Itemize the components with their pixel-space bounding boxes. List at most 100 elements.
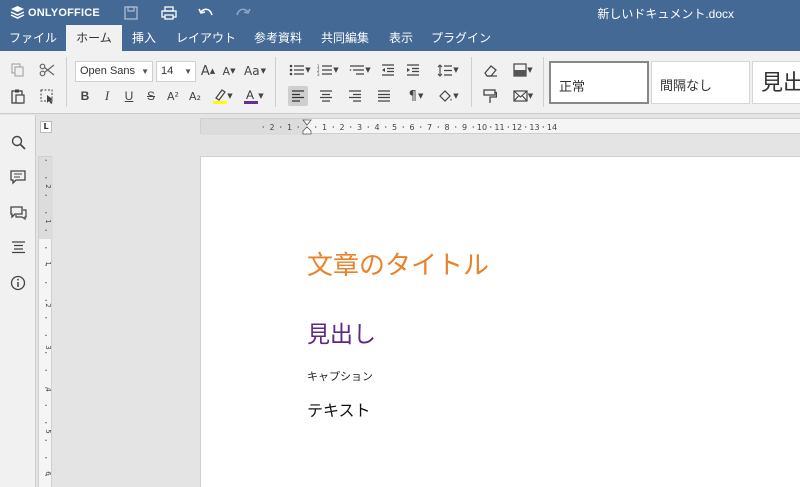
align-center-button[interactable] — [316, 86, 336, 106]
chevron-down-icon: ▼ — [141, 67, 149, 76]
paste-icon[interactable] — [8, 86, 28, 106]
strikethrough-button[interactable]: S — [141, 86, 161, 106]
tab-stop-selector[interactable]: L — [40, 121, 52, 133]
change-case-button[interactable]: Aa ▼ — [242, 61, 268, 81]
italic-button[interactable]: I — [97, 86, 117, 106]
justify-button[interactable] — [374, 86, 394, 106]
ruler-label: 5 — [392, 123, 397, 132]
document-page[interactable]: 文章のタイトル 見出し キャプション テキスト — [200, 156, 800, 487]
document-title-text[interactable]: 文章のタイトル — [307, 245, 489, 282]
increase-indent-button[interactable] — [403, 60, 423, 80]
tab-layout[interactable]: レイアウト — [166, 25, 246, 51]
save-icon[interactable] — [122, 4, 140, 21]
ruler-label: 9 — [462, 123, 467, 132]
line-spacing-button[interactable]: ▼ — [434, 60, 462, 80]
search-icon[interactable] — [8, 132, 28, 152]
mail-icon — [513, 90, 528, 102]
mail-merge-button[interactable]: ▼ — [509, 86, 537, 106]
bullet-list-icon — [289, 64, 305, 76]
ruler-label: 1 — [44, 261, 52, 265]
decrease-indent-button[interactable] — [378, 60, 398, 80]
toolbar: Open Sans ▼ 14 ▼ A ▲ A ▼ Aa ▼ B I U S A² A₂… — [0, 51, 800, 114]
menu-bar: ファイル ホーム 挿入 レイアウト 参考資料 共同編集 表示 プラグイン — [0, 25, 800, 51]
grow-font-button[interactable]: A ▲ — [198, 61, 218, 81]
font-color-button[interactable]: A ▼ — [240, 86, 268, 106]
strikethrough-icon: S — [146, 89, 155, 103]
ruler-label: 13 — [529, 123, 539, 132]
font-size-value: 14 — [161, 65, 174, 77]
tab-collaboration[interactable]: 共同編集 — [310, 25, 380, 51]
paragraph-shading-button[interactable]: ▼ — [434, 86, 462, 106]
align-right-button[interactable] — [345, 86, 365, 106]
svg-text:3: 3 — [317, 72, 320, 76]
tab-references[interactable]: 参考資料 — [246, 25, 310, 51]
ruler-label: 5 — [44, 429, 52, 433]
numbered-list-icon: 123 — [317, 64, 333, 76]
document-heading-text[interactable]: 見出し — [307, 315, 376, 349]
bold-button[interactable]: B — [75, 86, 95, 106]
ruler-label: 4 — [374, 123, 379, 132]
tab-insert[interactable]: 挿入 — [122, 25, 166, 51]
logo-text: ONLYOFFICE — [28, 6, 100, 19]
multilevel-list-button[interactable]: ▼ — [346, 60, 374, 80]
document-caption-text[interactable]: キャプション — [307, 368, 373, 384]
chevron-down-icon: ▼ — [184, 67, 192, 76]
undo-icon[interactable] — [197, 4, 215, 21]
style-normal-label: 正常 — [559, 80, 586, 95]
info-icon[interactable] — [8, 273, 28, 293]
ruler-label: 10 — [477, 123, 487, 132]
document-body-text[interactable]: テキスト — [307, 397, 371, 421]
style-heading-1[interactable]: 見出 — [752, 61, 800, 104]
ruler-label: 2 — [44, 184, 52, 188]
superscript-button[interactable]: A² — [163, 86, 183, 106]
style-no-spacing[interactable]: 間隔なし — [651, 61, 750, 104]
shrink-font-button[interactable]: A ▼ — [219, 61, 239, 81]
eraser-icon — [483, 64, 497, 77]
line-spacing-icon — [437, 63, 453, 77]
ruler-label: 14 — [547, 123, 557, 132]
print-icon[interactable] — [160, 4, 178, 21]
tab-file[interactable]: ファイル — [0, 25, 66, 51]
numbering-button[interactable]: 123 ▼ — [316, 60, 340, 80]
color-scheme-button[interactable]: ▼ — [509, 60, 537, 80]
ruler-label: 3 — [357, 123, 362, 132]
underline-icon: U — [124, 89, 134, 103]
cut-icon[interactable] — [37, 60, 57, 80]
separator — [543, 57, 544, 107]
paint-bucket-icon — [439, 90, 452, 102]
comments-icon[interactable] — [8, 167, 28, 187]
copy-icon[interactable] — [8, 60, 28, 80]
underline-button[interactable]: U — [119, 86, 139, 106]
left-sidebar — [0, 115, 36, 487]
align-left-button[interactable] — [288, 86, 308, 106]
horizontal-ruler[interactable]: 2 1 1 2 3 4 5 6 7 8 9 10 11 12 13 14 — [200, 118, 800, 135]
nonprinting-characters-button[interactable]: ¶ ▼ — [403, 86, 429, 106]
copy-style-button[interactable] — [480, 86, 500, 106]
ruler-label: 2 — [339, 123, 344, 132]
app-logo[interactable]: ONLYOFFICE — [10, 5, 100, 20]
ruler-label: 6 — [44, 471, 52, 476]
highlight-color-button[interactable]: ▼ — [209, 86, 237, 106]
subscript-button[interactable]: A₂ — [185, 86, 205, 106]
vertical-ruler-scale: 2 1 1 2 3 4 5 6 — [39, 157, 53, 476]
navigation-icon[interactable] — [8, 237, 28, 257]
vertical-ruler[interactable]: 2 1 1 2 3 4 5 6 — [38, 156, 53, 487]
ruler-label: 2 — [269, 123, 274, 132]
chat-icon[interactable] — [8, 203, 28, 223]
ruler-label: 4 — [44, 387, 52, 392]
redo-icon[interactable] — [234, 4, 252, 21]
separator — [66, 57, 67, 107]
tab-view[interactable]: 表示 — [380, 25, 422, 51]
subscript-icon: A₂ — [189, 89, 201, 103]
bullets-button[interactable]: ▼ — [288, 60, 312, 80]
font-name-select[interactable]: Open Sans ▼ — [75, 61, 153, 82]
tab-plugins[interactable]: プラグイン — [422, 25, 500, 51]
layers-icon — [10, 5, 25, 20]
ruler-label: 11 — [494, 123, 504, 132]
clear-style-button[interactable] — [480, 60, 500, 80]
tab-home[interactable]: ホーム — [66, 25, 122, 51]
font-size-select[interactable]: 14 ▼ — [156, 61, 196, 82]
document-title: 新しいドキュメント.docx — [597, 7, 734, 21]
style-normal[interactable]: 正常 — [549, 61, 649, 104]
select-all-icon[interactable] — [37, 86, 57, 106]
